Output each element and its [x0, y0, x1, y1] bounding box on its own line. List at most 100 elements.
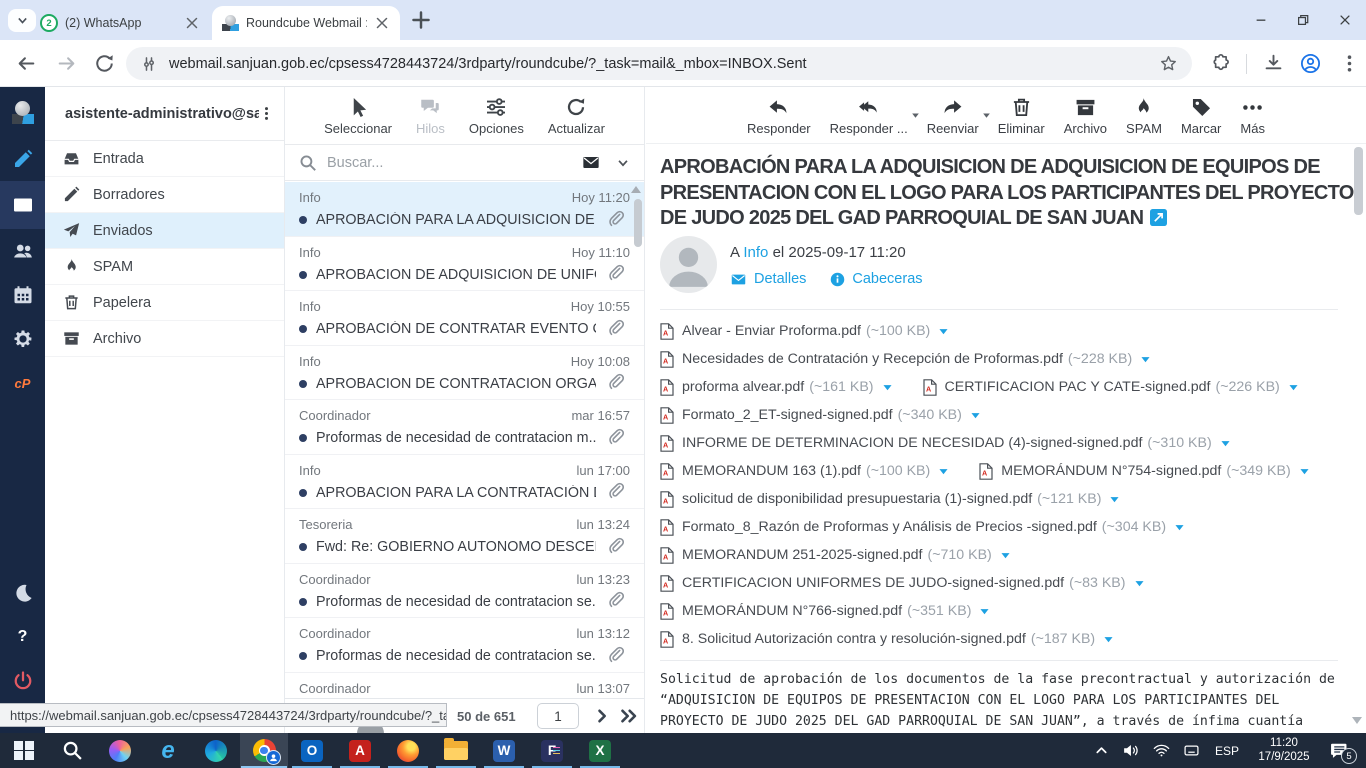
attachment-item[interactable]: AFormato_8_Razón de Proformas y Análisis…	[660, 519, 1185, 536]
clock[interactable]: 11:20 17/9/2025	[1248, 737, 1320, 764]
sidebar-item-papelera[interactable]: Papelera	[45, 285, 284, 321]
taskbar-start-button[interactable]	[0, 733, 48, 768]
attachment-item[interactable]: AAlvear - Enviar Proforma.pdf(~100 KB)	[660, 323, 949, 340]
rail-calendar-icon[interactable]	[0, 273, 45, 317]
volume-icon[interactable]	[1116, 743, 1146, 758]
attachment-item[interactable]: Aproforma alvear.pdf(~161 KB)	[660, 379, 893, 396]
search-bar[interactable]: Buscar...	[285, 144, 644, 181]
taskbar-chrome-button[interactable]	[240, 733, 288, 768]
taskbar-word-button[interactable]: W	[480, 733, 528, 768]
message-toolbar-archive-button[interactable]: Archivo	[1064, 97, 1107, 143]
message-toolbar-reply-button[interactable]: Responder	[747, 97, 811, 143]
taskbar-excel-button[interactable]: X	[576, 733, 624, 768]
wifi-icon[interactable]	[1146, 743, 1176, 758]
window-minimize-button[interactable]	[1240, 0, 1282, 40]
list-toolbar-options-button[interactable]: Opciones	[469, 97, 524, 144]
reload-button[interactable]	[94, 53, 115, 74]
next-page-icon[interactable]	[594, 708, 610, 724]
taskbar-fes-button[interactable]: F	[528, 733, 576, 768]
taskbar-copilot-button[interactable]	[96, 733, 144, 768]
bookmark-star-icon[interactable]	[1159, 54, 1178, 73]
attachment-menu-caret-icon[interactable]	[970, 410, 981, 421]
attachment-menu-caret-icon[interactable]	[979, 606, 990, 617]
language-indicator[interactable]: ESP	[1206, 744, 1248, 758]
attachment-menu-caret-icon[interactable]	[938, 326, 949, 337]
attachment-menu-caret-icon[interactable]	[1109, 494, 1120, 505]
message-toolbar-tag-button[interactable]: Marcar	[1181, 97, 1221, 143]
taskbar-ie-button[interactable]: e	[144, 733, 192, 768]
rail-compose-icon[interactable]	[0, 137, 45, 181]
attachment-menu-caret-icon[interactable]	[882, 382, 893, 393]
attachment-item[interactable]: AMEMORANDUM 251-2025-signed.pdf(~710 KB)	[660, 547, 1011, 564]
attachment-menu-caret-icon[interactable]	[1174, 522, 1185, 533]
message-list-row[interactable]: Coordinadorlun 13:12Proformas de necesid…	[285, 618, 644, 673]
close-tab-icon[interactable]	[374, 15, 390, 31]
sidebar-item-archivo[interactable]: Archivo	[45, 321, 284, 357]
attachment-menu-caret-icon[interactable]	[1220, 438, 1231, 449]
message-toolbar-more-button[interactable]: Más	[1240, 97, 1265, 143]
attachment-menu-caret-icon[interactable]	[1000, 550, 1011, 561]
window-close-button[interactable]	[1324, 0, 1366, 40]
last-page-icon[interactable]	[619, 708, 639, 724]
attachment-item[interactable]: AMEMORÁNDUM N°754-signed.pdf(~349 KB)	[979, 463, 1309, 480]
new-tab-button[interactable]	[410, 9, 432, 31]
message-list-row[interactable]: Coordinadorlun 13:23Proformas de necesid…	[285, 564, 644, 619]
message-list-row[interactable]: Coordinadorlun 13:07	[285, 673, 644, 699]
attachment-menu-caret-icon[interactable]	[938, 466, 949, 477]
attachment-menu-caret-icon[interactable]	[1134, 578, 1145, 589]
roundcube-logo-icon[interactable]	[0, 87, 45, 137]
sidebar-item-borradores[interactable]: Borradores	[45, 177, 284, 213]
search-options-chevron-icon[interactable]	[616, 156, 630, 170]
view-scrollbar-thumb[interactable]	[1354, 147, 1363, 215]
attachment-item[interactable]: ACERTIFICACION UNIFORMES DE JUDO-signed-…	[660, 575, 1145, 592]
taskbar-search-button[interactable]	[48, 733, 96, 768]
list-toolbar-refresh-button[interactable]: Actualizar	[548, 97, 605, 144]
dropdown-caret-icon[interactable]	[911, 111, 920, 120]
sidebar-item-spam[interactable]: SPAM	[45, 249, 284, 285]
taskbar-acrobat-button[interactable]: A	[336, 733, 384, 768]
attachment-item[interactable]: AFormato_2_ET-signed-signed.pdf(~340 KB)	[660, 407, 981, 424]
search-input[interactable]: Buscar...	[327, 155, 581, 171]
message-list-row[interactable]: InfoHoy 11:10APROBACION DE ADQUISICION D…	[285, 237, 644, 292]
view-scroll-down-arrow[interactable]	[1352, 717, 1362, 724]
rail-mail-icon[interactable]	[0, 181, 45, 229]
browser-tab-roundcube[interactable]: Roundcube Webmail :: Enviados	[212, 6, 400, 40]
account-menu-icon[interactable]	[259, 106, 274, 121]
taskbar-edge-button[interactable]	[192, 733, 240, 768]
details-link[interactable]: Detalles	[754, 271, 806, 287]
attachment-item[interactable]: AMEMORÁNDUM N°766-signed.pdf(~351 KB)	[660, 603, 990, 620]
message-toolbar-fire-button[interactable]: SPAM	[1126, 97, 1162, 143]
account-header[interactable]: asistente-administrativo@sa...	[45, 87, 284, 141]
rail-cpanel-icon[interactable]: cP	[0, 361, 45, 405]
downloads-icon[interactable]	[1263, 53, 1284, 74]
page-number-input[interactable]: 1	[537, 703, 579, 729]
message-toolbar-forward-button[interactable]: Reenviar	[927, 97, 979, 143]
search-scope-mail-icon[interactable]	[581, 154, 601, 171]
back-button[interactable]	[16, 53, 37, 74]
message-list-row[interactable]: Tesorerialun 13:24Fwd: Re: GOBIERNO AUTO…	[285, 509, 644, 564]
touch-keyboard-icon[interactable]	[1176, 743, 1206, 758]
browser-tab-whatsapp[interactable]: 2 (2) WhatsApp	[30, 6, 210, 40]
profile-icon[interactable]	[1300, 53, 1321, 74]
open-in-new-window-icon[interactable]	[1150, 209, 1167, 226]
attachment-item[interactable]: Asolicitud de disponibilidad presupuesta…	[660, 491, 1120, 508]
attachment-item[interactable]: AINFORME DE DETERMINACION DE NECESIDAD (…	[660, 435, 1231, 452]
browser-menu-icon[interactable]	[1339, 53, 1360, 74]
extensions-icon[interactable]	[1211, 53, 1232, 74]
sidebar-item-enviados[interactable]: Enviados	[45, 213, 284, 249]
attachment-item[interactable]: ANecesidades de Contratación y Recepción…	[660, 351, 1151, 368]
forward-button[interactable]	[56, 53, 77, 74]
attachment-menu-caret-icon[interactable]	[1140, 354, 1151, 365]
rail-help-icon[interactable]: ?	[0, 615, 45, 659]
message-list-row[interactable]: Infolun 17:00APROBACION PARA LA CONTRATA…	[285, 455, 644, 510]
attachment-menu-caret-icon[interactable]	[1288, 382, 1299, 393]
close-tab-icon[interactable]	[184, 15, 200, 31]
attachment-menu-caret-icon[interactable]	[1299, 466, 1310, 477]
list-scroll-up-arrow[interactable]	[631, 186, 641, 193]
message-list-row[interactable]: InfoHoy 11:20APROBACIÓN PARA LA ADQUISIC…	[285, 182, 644, 237]
rail-contacts-icon[interactable]	[0, 229, 45, 273]
site-settings-icon[interactable]	[140, 55, 158, 73]
notification-center-button[interactable]: 5	[1320, 742, 1358, 759]
message-toolbar-replyall-button[interactable]: Responder ...	[830, 97, 908, 143]
message-list-row[interactable]: Coordinadormar 16:57Proformas de necesid…	[285, 400, 644, 455]
